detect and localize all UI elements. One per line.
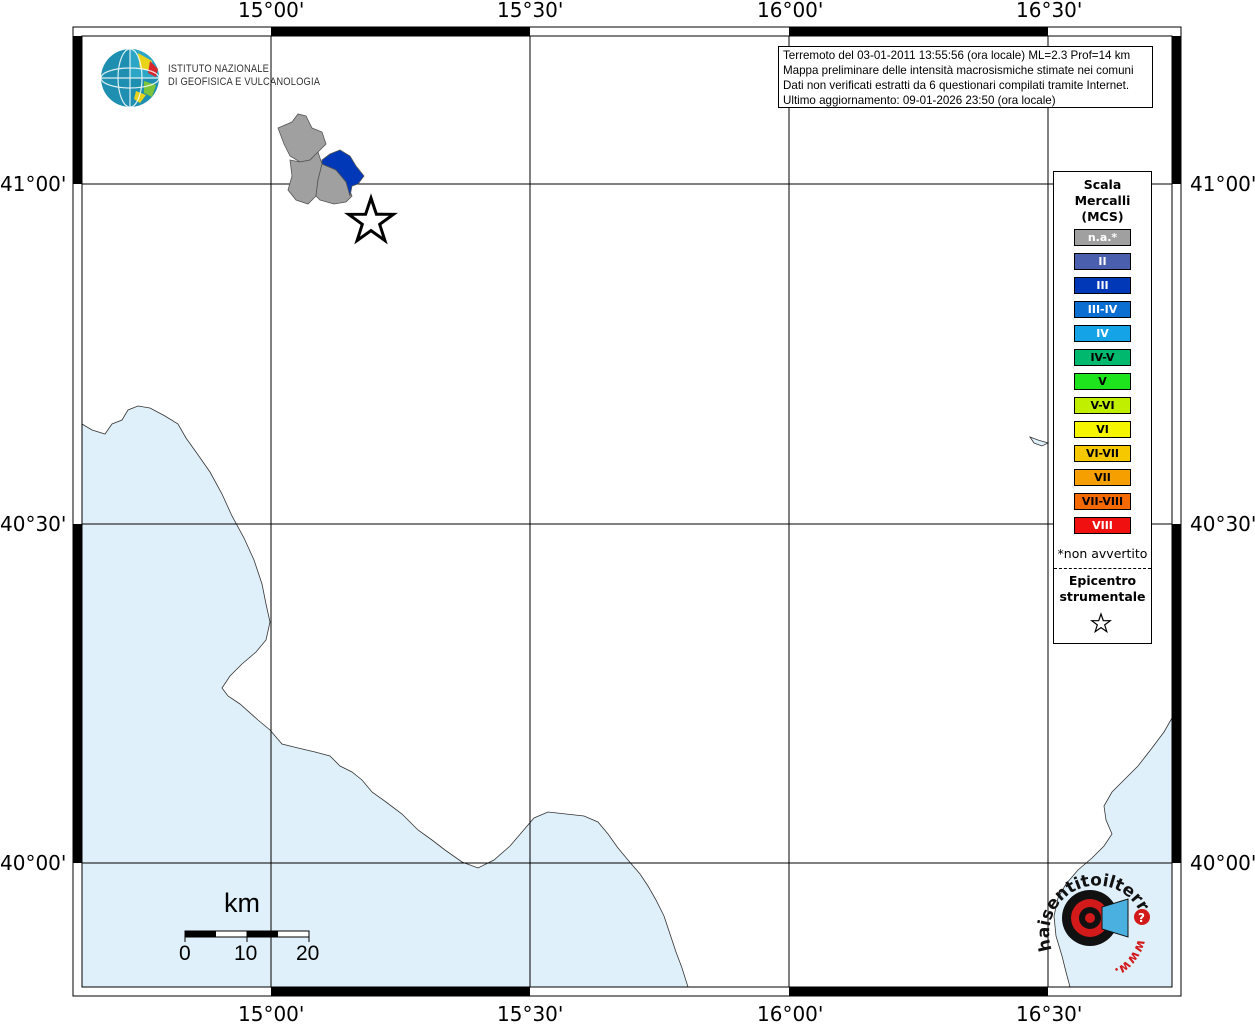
- top-lon-label-1: 15°00': [238, 0, 305, 22]
- left-lat-label-1: 41°00': [0, 172, 67, 196]
- top-lon-label-4: 16°30': [1016, 0, 1083, 22]
- ingv-logo-text: ISTITUTO NAZIONALE DI GEOFISICA E VULCAN…: [168, 63, 320, 89]
- legend-note: *non avvertito: [1057, 546, 1148, 561]
- legend-epicenter-line1: Epicentro: [1068, 573, 1137, 588]
- right-lat-label-3: 40°00': [1190, 851, 1255, 875]
- left-lat-label-2: 40°30': [0, 512, 67, 536]
- legend-item-iv-v: IV-V: [1074, 349, 1131, 366]
- event-info-line3: Dati non verificati estratti da 6 questi…: [783, 79, 1130, 92]
- legend-title: Scala Mercalli (MCS): [1054, 177, 1151, 225]
- legend-title-line3: (MCS): [1081, 209, 1124, 224]
- legend-item-iv: IV: [1074, 325, 1131, 342]
- event-info-line1: Terremoto del 03-01-2011 13:55:56 (ora l…: [783, 49, 1131, 62]
- legend-epicenter-label: Epicentro strumentale: [1054, 573, 1151, 605]
- legend-star-icon: [1090, 612, 1112, 634]
- top-lon-label-3: 16°00': [757, 0, 824, 22]
- hsl-logo-www: www.: [1112, 938, 1149, 980]
- bottom-lon-label-3: 16°00': [757, 1002, 824, 1026]
- legend-item-v-vi: V-VI: [1074, 397, 1131, 414]
- scale-label-10: 10: [234, 942, 258, 965]
- legend-separator: [1054, 568, 1151, 569]
- event-info-line2: Mappa preliminare delle intensità macros…: [783, 64, 1134, 77]
- legend-item-n-a: n.a.*: [1074, 229, 1131, 246]
- event-info-line4: Ultimo aggiornamento: 09-01-2026 23:50 (…: [783, 94, 1056, 107]
- legend-title-line1: Scala: [1083, 177, 1122, 192]
- legend-item-ii: II: [1074, 253, 1131, 270]
- legend-item-vi: VI: [1074, 421, 1131, 438]
- right-lat-label-2: 40°30': [1190, 512, 1255, 536]
- svg-text:?: ?: [1138, 911, 1145, 925]
- legend-item-vi-vii: VI-VII: [1074, 445, 1131, 462]
- right-lat-label-1: 41°00': [1190, 172, 1255, 196]
- hai-sentito-il-terremoto-logo: haisentitoilterremoto.it www. ?: [1030, 855, 1153, 980]
- scale-unit: km: [224, 888, 260, 918]
- event-info-box: Terremoto del 03-01-2011 13:55:56 (ora l…: [778, 46, 1153, 108]
- ingv-logo-line2: DI GEOFISICA E VULCANOLOGIA: [168, 76, 321, 88]
- left-lat-label-3: 40°00': [0, 851, 67, 875]
- ingv-logo-line1: ISTITUTO NAZIONALE: [168, 63, 270, 75]
- legend-epicenter-line2: strumentale: [1059, 589, 1146, 604]
- legend-items: n.a.* II III III-IV IV IV-V V V-VI VI VI-VII VII VI…: [1074, 229, 1131, 541]
- legend-item-viii: VIII: [1074, 517, 1131, 534]
- scale-label-0: 0: [179, 942, 191, 965]
- legend-item-vii: VII: [1074, 469, 1131, 486]
- bottom-lon-label-1: 15°00': [238, 1002, 305, 1026]
- bottom-lon-label-2: 15°30': [497, 1002, 564, 1026]
- bottom-lon-label-4: 16°30': [1016, 1002, 1083, 1026]
- legend-item-iii: III: [1074, 277, 1131, 294]
- ingv-globe-icon: [100, 48, 160, 108]
- legend-item-vii-viii: VII-VIII: [1074, 493, 1131, 510]
- mcs-legend: Scala Mercalli (MCS) n.a.* II III III-IV IV I…: [1053, 171, 1152, 644]
- scale-bar: km 0 10 20: [175, 888, 325, 968]
- legend-item-v: V: [1074, 373, 1131, 390]
- legend-title-line2: Mercalli: [1074, 193, 1131, 208]
- legend-item-iii-iv: III-IV: [1074, 301, 1131, 318]
- top-lon-label-2: 15°30': [497, 0, 564, 22]
- scale-label-20: 20: [296, 942, 320, 965]
